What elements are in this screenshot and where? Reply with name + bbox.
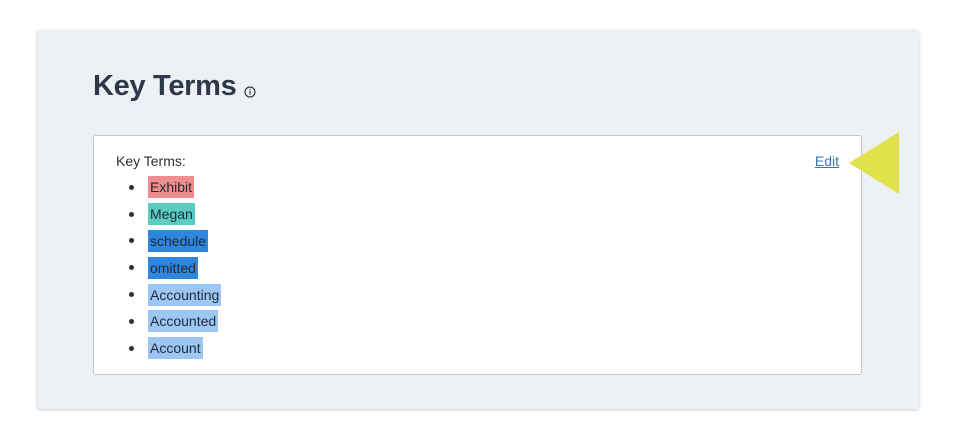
bullet: [129, 292, 134, 298]
term-highlight: Accounted: [148, 310, 219, 333]
term-highlight: Exhibit: [148, 176, 195, 199]
term-highlight: omitted: [148, 256, 198, 279]
info-circle-icon[interactable]: [244, 85, 257, 98]
term-highlight: Account: [148, 337, 203, 360]
section-heading: Key Terms: [93, 70, 257, 103]
bullet: [129, 184, 134, 190]
bullet: [129, 265, 134, 271]
bullet: [129, 238, 134, 244]
bullet: [129, 318, 134, 324]
bullet: [129, 345, 134, 351]
term-highlight: Megan: [148, 203, 195, 226]
key-terms-label: Key Terms:: [116, 153, 186, 169]
term-highlight: schedule: [148, 229, 209, 252]
bullet: [129, 211, 134, 217]
page-title: Key Terms: [93, 70, 237, 102]
term-highlight: Accounting: [148, 283, 222, 306]
pointer-arrow-icon: [849, 132, 899, 194]
key-terms-panel: Key Terms Key Terms: Edit Exhibit Megan …: [37, 30, 919, 409]
key-terms-card: Key Terms: Edit Exhibit Megan schedule o…: [93, 135, 862, 375]
edit-link[interactable]: Edit: [815, 153, 839, 169]
